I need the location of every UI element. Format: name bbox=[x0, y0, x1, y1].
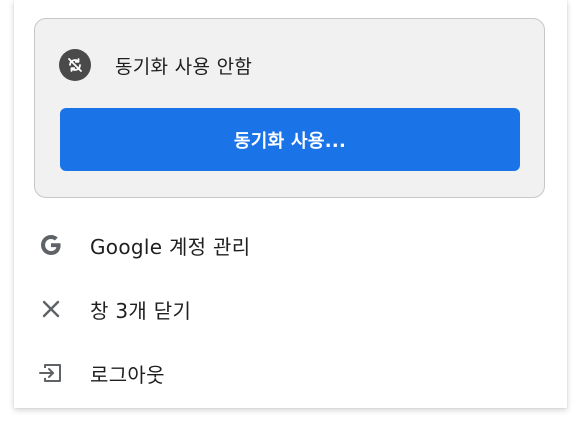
logout-icon bbox=[38, 360, 64, 386]
profile-menu: 동기화 사용 안함 동기화 사용... Google 계정 관리 창 3개 닫기 bbox=[14, 0, 567, 408]
enable-sync-button[interactable]: 동기화 사용... bbox=[60, 108, 520, 171]
sync-card: 동기화 사용 안함 동기화 사용... bbox=[34, 18, 545, 198]
menu-item-logout[interactable]: 로그아웃 bbox=[14, 342, 567, 404]
close-icon bbox=[38, 296, 64, 322]
menu-item-close-windows[interactable]: 창 3개 닫기 bbox=[14, 278, 567, 340]
google-icon bbox=[38, 232, 64, 258]
sync-status: 동기화 사용 안함 bbox=[59, 49, 252, 81]
menu-item-label: 창 3개 닫기 bbox=[90, 298, 192, 323]
menu-item-label: 로그아웃 bbox=[90, 362, 165, 387]
menu-item-manage-google-account[interactable]: Google 계정 관리 bbox=[14, 214, 567, 276]
menu-item-label: Google 계정 관리 bbox=[90, 234, 251, 259]
sync-status-label: 동기화 사용 안함 bbox=[115, 55, 253, 78]
sync-off-icon bbox=[59, 49, 91, 81]
